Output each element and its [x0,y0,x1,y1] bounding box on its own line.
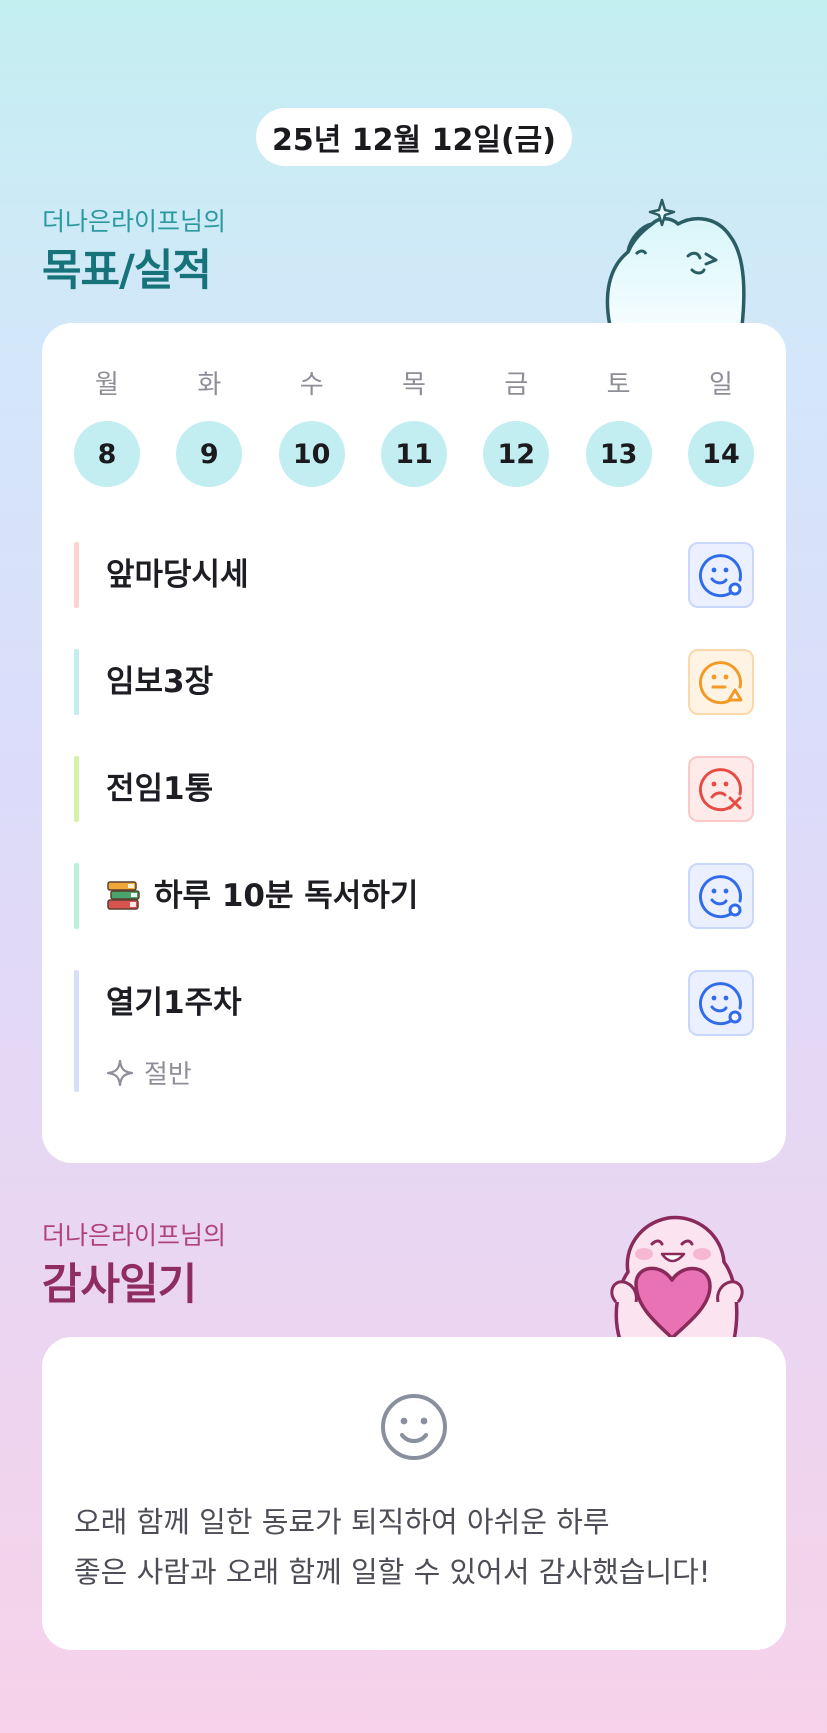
goals-title: 목표/실적 [42,246,212,296]
goal-row[interactable]: 전임1통 [74,756,754,822]
goal-row[interactable]: 하루 10분 독서하기 [74,863,754,929]
day-number[interactable]: 9 [176,421,243,487]
goal-row[interactable]: 임보3장 [74,649,754,715]
goals-card: 월 8 화 9 수 10 목 11 금 12 토 13 일 14 앞마당시세 임… [42,323,786,1163]
date-label: 25년 12월 12일(금) [272,123,556,158]
goal-label: 앞마당시세 [106,557,249,593]
goal-color-bar [74,756,79,822]
day-number[interactable]: 14 [687,421,754,487]
goal-note: 절반 [106,1054,192,1091]
diary-card: 오래 함께 일한 동료가 퇴직하여 아쉬운 하루 좋은 사람과 오래 함께 일할… [42,1337,786,1650]
day-name: 월 [95,370,119,400]
goal-label: 임보3장 [106,664,214,700]
status-button[interactable] [688,649,754,715]
goal-text: 임보3장 [106,649,213,715]
day-col[interactable]: 월 8 [74,369,140,487]
diary-text: 오래 함께 일한 동료가 퇴직하여 아쉬운 하루 좋은 사람과 오래 함께 일할… [74,1497,766,1597]
day-col[interactable]: 일 14 [687,369,754,487]
smile-o-icon [698,875,742,919]
day-col[interactable]: 금 12 [483,369,550,487]
goal-note-label: 절반 [144,1060,192,1090]
status-button[interactable] [688,542,754,608]
neutral-triangle-icon [698,661,743,705]
goal-row[interactable]: 열기1주차 절반 [74,970,754,1092]
day-name: 일 [709,370,733,400]
smile-o-icon [698,982,742,1026]
diary-subtitle: 더나은라이프님의 [42,1221,227,1250]
goal-color-bar [74,970,79,1092]
day-name: 목 [402,370,426,400]
books-icon [107,881,140,910]
day-col[interactable]: 수 10 [278,369,345,487]
week-calendar: 월 8 화 9 수 10 목 11 금 12 토 13 일 14 [74,369,754,487]
goal-text: 하루 10분 독서하기 [106,863,418,929]
day-name: 토 [606,370,631,400]
goal-text: 열기1주차 [106,970,242,1036]
mascot-ghost-icon [605,198,746,326]
diary-line: 좋은 사람과 오래 함께 일할 수 있어서 감사했습니다! [74,1555,711,1589]
day-name: 금 [504,370,529,400]
goal-color-bar [74,863,79,929]
day-number[interactable]: 10 [278,421,345,487]
goals-subtitle: 더나은라이프님의 [42,207,227,236]
goal-text: 전임1통 [106,756,213,822]
mascot-heart-icon [610,1215,744,1340]
day-number[interactable]: 12 [483,421,550,487]
day-number[interactable]: 13 [585,421,652,487]
diary-line: 오래 함께 일한 동료가 퇴직하여 아쉬운 하루 [74,1505,610,1539]
goal-color-bar [74,649,79,715]
day-col[interactable]: 화 9 [176,369,243,487]
smile-o-icon [698,554,742,598]
goal-color-bar [74,542,79,608]
sparkle-icon [106,1059,134,1086]
goal-label: 열기1주차 [106,985,242,1021]
sad-x-icon [698,768,742,812]
goal-text: 앞마당시세 [106,542,249,608]
diary-title: 감사일기 [42,1260,197,1310]
day-col[interactable]: 토 13 [585,369,652,487]
status-button[interactable] [688,863,754,929]
goal-label: 하루 10분 독서하기 [154,878,419,914]
day-name: 화 [197,370,222,400]
status-button[interactable] [688,970,754,1036]
day-number[interactable]: 8 [74,421,140,487]
status-button[interactable] [688,756,754,822]
goal-row[interactable]: 앞마당시세 [74,542,754,608]
smile-face-icon [381,1394,447,1460]
day-name: 수 [299,370,324,400]
date-pill[interactable]: 25년 12월 12일(금) [256,108,572,166]
day-number[interactable]: 11 [380,421,447,487]
day-col[interactable]: 목 11 [380,369,447,487]
goal-label: 전임1통 [106,771,214,807]
